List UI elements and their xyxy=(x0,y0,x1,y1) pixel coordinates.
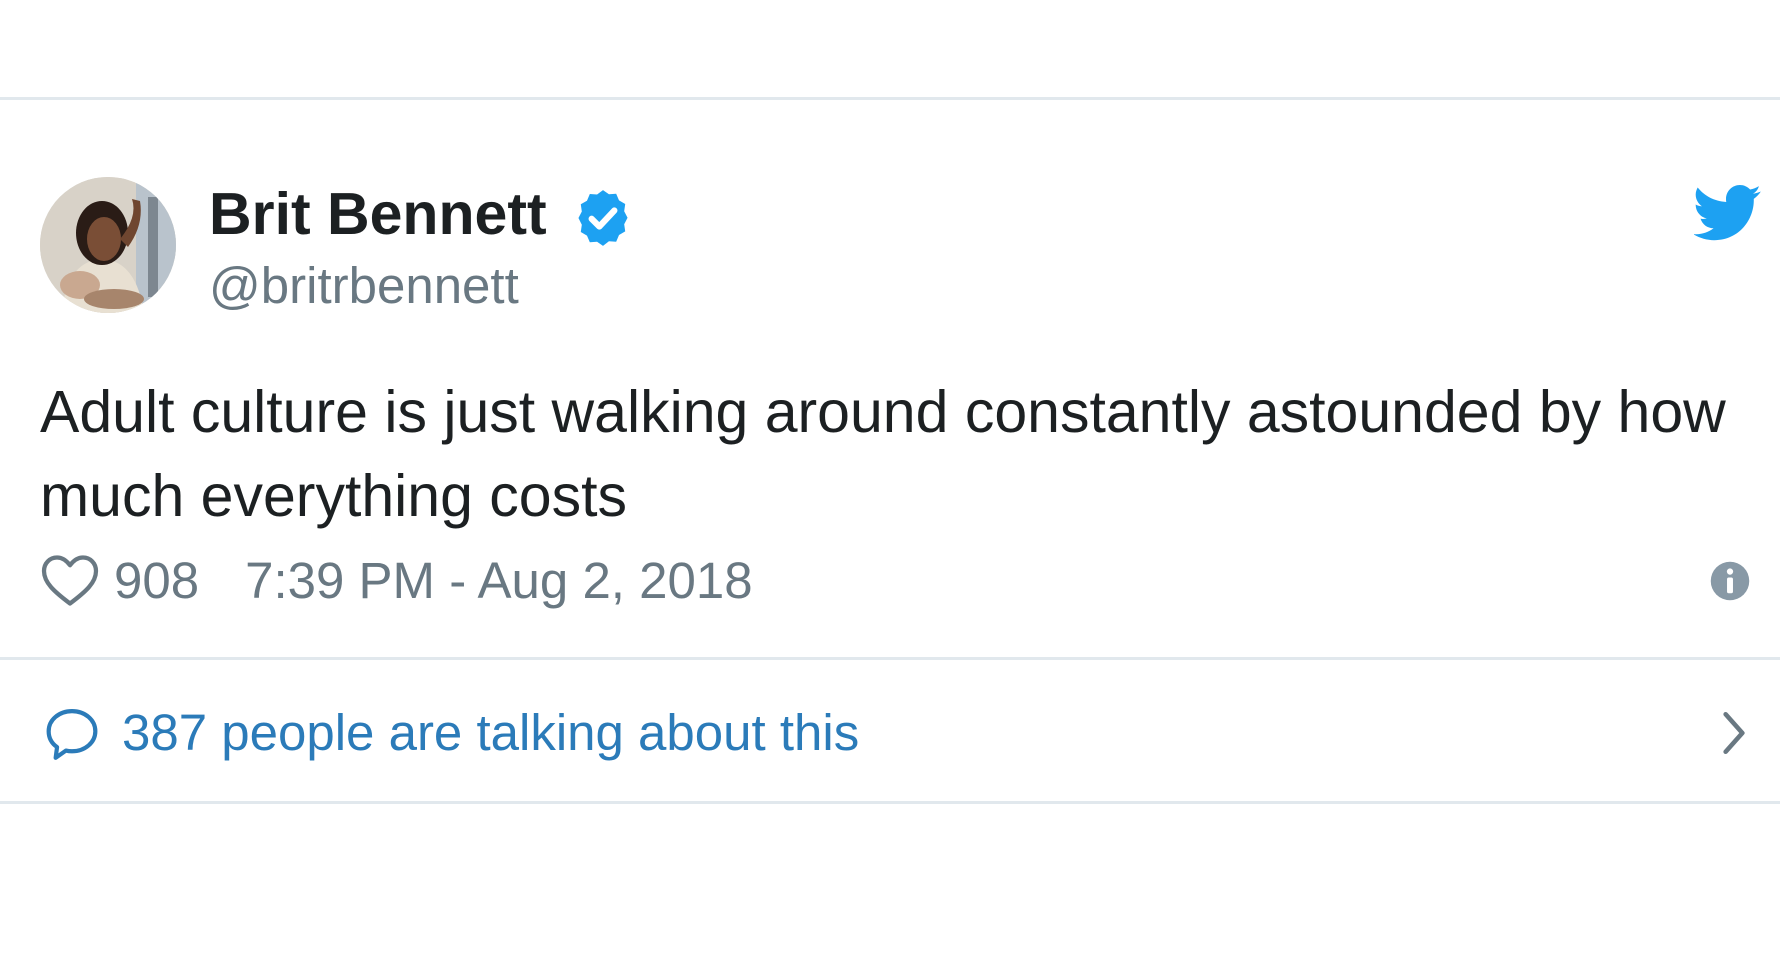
author-name[interactable]: Brit Bennett xyxy=(209,178,547,250)
bottom-divider xyxy=(0,801,1780,804)
tweet-embed: Brit Bennett @britrbennett Adult culture… xyxy=(0,0,1780,956)
avatar[interactable] xyxy=(40,177,176,313)
tweet-timestamp[interactable]: 7:39 PM - Aug 2, 2018 xyxy=(245,551,753,610)
top-divider xyxy=(0,97,1780,100)
info-icon[interactable] xyxy=(1709,560,1751,602)
tweet-meta: 908 7:39 PM - Aug 2, 2018 xyxy=(40,547,753,613)
conversation-link[interactable]: 387 people are talking about this xyxy=(0,700,1780,766)
tweet-text: Adult culture is just walking around con… xyxy=(40,379,1726,529)
middle-divider xyxy=(0,657,1780,660)
verified-badge-icon xyxy=(578,190,628,246)
author-handle[interactable]: @britrbennett xyxy=(209,254,519,318)
twitter-bird-icon[interactable] xyxy=(1694,183,1762,243)
heart-icon[interactable] xyxy=(40,552,100,608)
conversation-label[interactable]: 387 people are talking about this xyxy=(122,700,859,766)
like-count[interactable]: 908 xyxy=(114,551,199,610)
chevron-right-icon[interactable] xyxy=(1716,708,1752,758)
speech-bubble-icon xyxy=(46,709,98,760)
